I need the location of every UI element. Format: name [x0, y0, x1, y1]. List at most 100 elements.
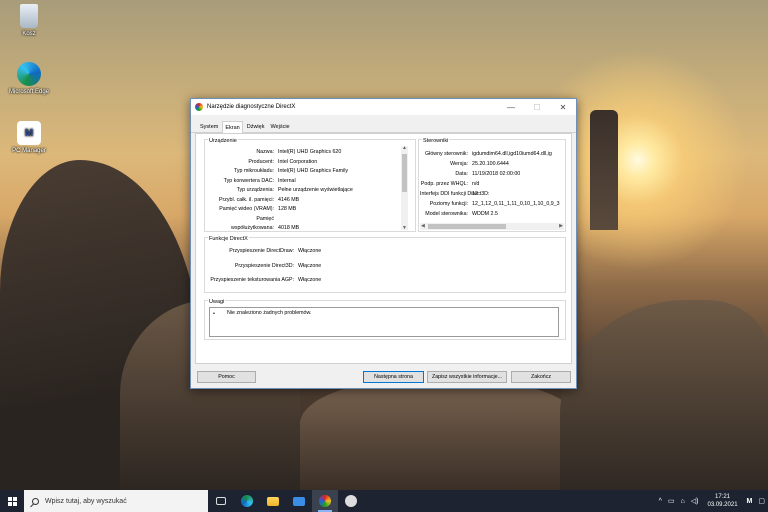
maximize-button: ☐ [533, 102, 541, 112]
driver-row: Model sterownika: WDDM 2.5 [420, 211, 498, 217]
rock-middle [300, 380, 580, 490]
tab-sound[interactable]: Dźwięk [245, 121, 267, 133]
system-tray: ^ ▭ ⌂ ◁) 17:21 03.09.2021 M ▢ [656, 490, 768, 512]
task-view-button[interactable] [208, 490, 234, 512]
edge-icon [17, 62, 41, 86]
device-label: Pamięć [256, 215, 274, 222]
pc-manager-icon: M [17, 121, 41, 145]
tab-display[interactable]: Ekran [222, 121, 243, 133]
directx-feature-value: Włączone [298, 248, 322, 254]
pc-manager-tray-icon[interactable]: M [747, 498, 753, 505]
edge-icon [241, 495, 253, 507]
next-page-button[interactable]: Następna strona [363, 371, 424, 383]
device-label: Pamięć wideo (VRAM): [219, 206, 274, 212]
driver-value: n/d [472, 181, 480, 187]
taskbar: Wpisz tutaj, aby wyszukać ^ ▭ ⌂ ◁) 17:21… [0, 490, 768, 512]
device-row: Nazwa: Intel(R) UHD Graphics 620 [210, 149, 341, 155]
notes-box[interactable]: • Nie znaleziono żadnych problemów. [209, 307, 559, 337]
desktop-icon-pc-manager[interactable]: M PC Manager [4, 121, 54, 154]
taskbar-app[interactable] [338, 490, 364, 512]
dxdiag-window: Narzędzie diagnostyczne DirectX — ☐ ✕ Sy… [190, 98, 577, 389]
device-label: Przybl. całk. il. pamięci: [218, 196, 274, 203]
notes-text: Nie znaleziono żadnych problemów. [227, 310, 312, 316]
drivers-scroll-thumb[interactable] [428, 224, 506, 229]
device-value: Intel(R) UHD Graphics Family [278, 168, 349, 174]
windows-logo-icon [7, 496, 17, 506]
desktop-icon-label: Microsoft Edge [8, 89, 50, 95]
chevron-up-icon[interactable]: ^ [659, 498, 662, 505]
title-bar[interactable]: Narzędzie diagnostyczne DirectX — ☐ ✕ [191, 99, 576, 115]
scroll-down-arrow[interactable]: ▼ [402, 225, 407, 231]
tab-system[interactable]: System [198, 121, 220, 133]
network-icon[interactable]: ⌂ [681, 498, 685, 505]
device-value: 4018 MB [278, 225, 300, 231]
scroll-up-arrow[interactable]: ▲ [402, 145, 407, 151]
minimize-button[interactable]: — [498, 99, 524, 115]
driver-label: Interfejs DDI funkcji Direct3D: [420, 191, 490, 197]
save-all-info-button[interactable]: Zapisz wszystkie informacje... [427, 371, 507, 383]
driver-row: Główny sterownik: igdumdim64.dll,igd10ium… [420, 151, 552, 157]
directx-icon [195, 103, 203, 111]
close-button[interactable]: ✕ [550, 99, 576, 115]
exit-button[interactable]: Zakończ [511, 371, 571, 383]
battery-icon[interactable]: ▭ [668, 497, 675, 505]
device-label: Producent: [248, 158, 274, 165]
taskbar-mail[interactable] [286, 490, 312, 512]
app-icon [345, 495, 357, 507]
device-label: współużytkowana: [231, 225, 274, 231]
taskbar-search-box[interactable]: Wpisz tutaj, aby wyszukać [24, 490, 208, 512]
notification-icon[interactable]: ▢ [758, 497, 765, 505]
desktop-icon-recycle-bin[interactable]: Kosz [4, 4, 54, 37]
device-label: Typ urządzenia: [236, 187, 274, 193]
help-button[interactable]: Pomoc [197, 371, 256, 383]
drivers-scrollbar[interactable]: ◀ ▶ [420, 223, 564, 230]
device-scroll-thumb[interactable] [402, 154, 407, 192]
directx-icon [319, 495, 331, 507]
device-value: Internal [278, 177, 296, 184]
desktop-icon-label: PC Manager [12, 148, 46, 154]
device-value: Intel(R) UHD Graphics 620 [278, 149, 342, 155]
driver-row: Poziomy funkcji: 12_1,12_0,11_1,11_0,10_1… [420, 201, 560, 207]
driver-value: WDDM 2.5 [472, 211, 498, 217]
driver-label: Podp. przez WHQL: [420, 181, 468, 187]
directx-feature-value: Włączone [298, 262, 322, 269]
driver-value: 25.20.100.6444 [472, 161, 509, 167]
driver-row: Data: 11/19/2018 02:00:00 [420, 171, 520, 177]
driver-label: Model sterownika: [425, 211, 468, 217]
driver-label: Data: [455, 171, 468, 177]
mail-icon [293, 496, 305, 506]
desktop-icon-edge[interactable]: Microsoft Edge [4, 62, 54, 95]
notes-group-title: Uwagi [208, 299, 226, 305]
directx-feature-row: Przyspieszenie Direct3D: Włączone [210, 263, 321, 269]
search-icon [32, 497, 39, 505]
taskbar-edge[interactable] [234, 490, 260, 512]
device-label: Typ konwertera DAC: [223, 177, 274, 184]
driver-label: Wersja: [450, 161, 468, 167]
directx-feature-row: Przyspieszenie teksturowania AGP: Włączon… [210, 277, 321, 283]
driver-value: igdumdim64.dll,igd10iumd64.dll,ig [472, 151, 552, 157]
clock-time: 17:21 [715, 494, 731, 500]
tab-input[interactable]: Wejście [268, 121, 291, 133]
device-row: Przybl. całk. il. pamięci: 4146 MB [210, 197, 299, 203]
driver-label: Główny sterownik: [425, 151, 468, 157]
device-row: Typ konwertera DAC: Internal [210, 178, 296, 184]
device-row: Producent: Intel Corporation [210, 159, 317, 165]
driver-row: Wersja: 25.20.100.6444 [420, 161, 509, 167]
search-placeholder: Wpisz tutaj, aby wyszukać [45, 497, 127, 505]
directx-feature-label: Przyspieszenie DirectDraw: [229, 248, 294, 254]
scroll-left-arrow[interactable]: ◀ [421, 223, 425, 229]
clock[interactable]: 17:21 03.09.2021 [708, 493, 738, 509]
device-scrollbar[interactable]: ▲ ▼ [401, 145, 408, 231]
clock-date: 03.09.2021 [707, 502, 738, 508]
start-button[interactable] [0, 490, 24, 512]
device-label: Typ mikroukładu: [233, 168, 274, 174]
device-value: Pełne urządzenie wyświetlające [278, 187, 353, 193]
drivers-group-title: Sterowniki [422, 138, 450, 144]
volume-icon[interactable]: ◁) [691, 497, 699, 505]
folder-icon [267, 496, 279, 506]
task-view-icon [216, 497, 226, 505]
directx-feature-row: Przyspieszenie DirectDraw: Włączone [210, 248, 321, 254]
scroll-right-arrow[interactable]: ▶ [559, 223, 563, 229]
taskbar-file-explorer[interactable] [260, 490, 286, 512]
taskbar-dxdiag[interactable] [312, 490, 338, 512]
